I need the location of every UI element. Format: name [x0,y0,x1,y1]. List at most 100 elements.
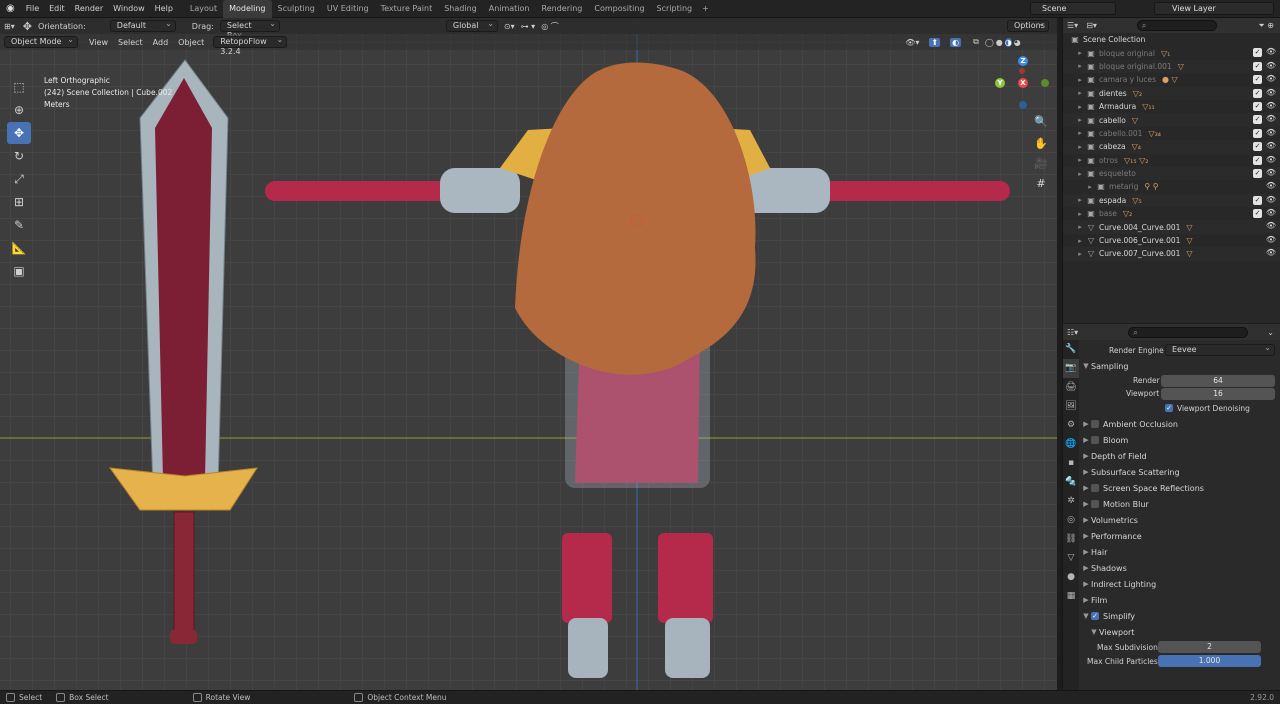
tool-tab-icon[interactable]: 🔧 [1063,340,1079,359]
expand-arrow-icon[interactable]: ▸ [1075,170,1085,178]
scene-selector[interactable]: Scene [1030,2,1116,15]
zoom-icon[interactable]: 🔍 [1032,113,1050,131]
eye-icon[interactable]: 👁 [1266,195,1276,204]
transform-orientation-dropdown[interactable]: Global [445,19,498,32]
scale-tool-icon[interactable]: ⤢ [7,168,31,190]
outliner-display-icon[interactable]: ⊟▾ [1086,21,1097,30]
transform-tool-icon[interactable]: ⊞ [7,191,31,213]
viewport-denoising-checkbox[interactable]: ✓ [1165,404,1173,412]
eye-icon[interactable]: 👁 [1266,248,1276,257]
menu-help[interactable]: Help [150,0,178,18]
expand-arrow-icon[interactable]: ▸ [1075,196,1085,204]
gizmo-toggle-icon[interactable]: ⬆ [929,37,941,47]
shading-wireframe-icon[interactable]: ◯ [985,38,994,47]
render-section[interactable]: ▶ Performance [1081,528,1280,544]
render-section[interactable]: ▶ Depth of Field [1081,448,1280,464]
properties-search-input[interactable]: ⌕ [1128,326,1249,338]
menu-view[interactable]: View [84,38,113,47]
gizmo-neg-z-axis[interactable] [1019,101,1027,109]
outliner-search-input[interactable]: ⌕ [1136,20,1217,31]
measure-tool-icon[interactable]: 📐 [7,237,31,259]
expand-arrow-icon[interactable]: ▸ [1075,250,1085,258]
object-tab-icon[interactable]: ▪ [1063,454,1079,473]
menu-window[interactable]: Window [108,0,150,18]
tab-layout[interactable]: Layout [184,0,223,18]
section-checkbox[interactable] [1091,436,1099,444]
eye-icon[interactable]: 👁 [1266,47,1276,56]
exclude-checkbox[interactable]: ✓ [1253,195,1262,205]
gizmo-neg-x-axis[interactable] [1019,68,1025,74]
pivot-point-icon[interactable]: ⊙▾ [504,22,515,31]
render-section[interactable]: ▶ Shadows [1081,560,1280,576]
outliner-row[interactable]: ▸ ▽ Curve.006_Curve.001 ▽ 👁 [1063,234,1280,247]
outliner-row[interactable]: ▸ ▣ esqueleto ✓ 👁 [1063,166,1280,181]
simplify-checkbox[interactable]: ✓ [1091,612,1099,620]
tab-rendering[interactable]: Rendering [536,0,589,18]
render-tab-icon[interactable]: 📷 [1063,359,1079,378]
expand-arrow-icon[interactable]: ▸ [1075,62,1085,70]
snap-icon[interactable]: ⊶ ▾ [521,22,536,31]
tab-compositing[interactable]: Compositing [588,0,650,18]
modifier-tab-icon[interactable]: 🔩 [1063,473,1079,492]
simplify-section[interactable]: ▼ ✓ Simplify [1081,608,1280,624]
tab-scripting[interactable]: Scripting [651,0,699,18]
gizmo-y-axis[interactable]: Y [995,78,1005,88]
outliner-row[interactable]: ▸ ▣ cabeza ▽₄ ✓ 👁 [1063,140,1280,154]
outliner-row[interactable]: ▸ ▣ dientes ▽₂ ✓ 👁 [1063,86,1280,100]
sampling-section[interactable]: ▼ Sampling [1081,358,1280,374]
annotate-tool-icon[interactable]: ✎ [7,214,31,236]
expand-arrow-icon[interactable]: ▸ [1075,156,1085,164]
viewport-samples-field[interactable]: 16 [1161,387,1275,400]
expand-arrow-icon[interactable]: ▸ [1075,49,1085,57]
filter-icon[interactable]: ⏷ ⊕ [1258,21,1274,31]
section-checkbox[interactable] [1091,420,1099,428]
tab-animation[interactable]: Animation [483,0,536,18]
output-tab-icon[interactable]: 🖨 [1063,378,1079,397]
eye-icon[interactable]: 👁 [1266,101,1276,110]
overlay-toggle-icon[interactable]: ◐ [950,37,962,47]
outliner-row[interactable]: ▸ ▣ base ▽₂ ✓ 👁 [1063,207,1280,220]
physics-tab-icon[interactable]: ◎ [1063,511,1079,530]
max-subdivision-field[interactable]: 2 [1158,641,1261,653]
data-tab-icon[interactable]: ▽ [1063,549,1079,568]
proportional-edit-icon[interactable]: ◎ ⌒ [541,21,559,32]
render-section[interactable]: ▶ Hair [1081,544,1280,560]
visibility-icon[interactable]: 👁▾ [905,38,919,47]
menu-add[interactable]: Add [148,38,174,47]
gizmo-x-axis[interactable]: X [1018,78,1028,88]
menu-object[interactable]: Object [173,38,209,47]
outliner-row[interactable]: ▸ ▣ Armadura ▽₁₁ ✓ 👁 [1063,100,1280,113]
exclude-checkbox[interactable]: ✓ [1253,115,1262,125]
camera-view-icon[interactable]: 🎥 [1032,155,1050,173]
exclude-checkbox[interactable]: ✓ [1253,75,1262,85]
expand-arrow-icon[interactable]: ▸ [1075,143,1085,151]
menu-file[interactable]: File [21,0,44,18]
properties-options-icon[interactable]: ⌄ [1267,328,1274,337]
select-tool-icon[interactable]: ⬚ [7,76,31,98]
exclude-checkbox[interactable]: ✓ [1253,209,1262,219]
properties-editor-icon[interactable]: ☷▾ [1067,328,1078,337]
drag-dropdown[interactable]: Select Box [219,19,280,40]
scene-tab-icon[interactable]: ⚙ [1063,416,1079,435]
navigation-gizmo[interactable]: Z Y X [995,56,1055,116]
xray-icon[interactable]: ⧉ [973,37,979,47]
outliner-row[interactable]: ▸ ▣ otros ▽₁₅ ▽₂ ✓ 👁 [1063,154,1280,167]
exclude-checkbox[interactable]: ✓ [1253,101,1262,111]
eye-icon[interactable]: 👁 [1266,128,1276,137]
outliner-row[interactable]: ▸ ▣ metarig ⚲ ⚲ 👁 [1063,180,1280,193]
add-workspace-icon[interactable]: + [698,0,713,18]
editor-type-icon[interactable]: ⊞▾ [4,22,15,31]
3d-viewport[interactable]: ⬚ ⊕ ✥ ↻ ⤢ ⊞ ✎ 📐 ▣ Left Orthographic (242… [0,18,1057,690]
mode-dropdown[interactable]: Object Mode [4,35,78,48]
outliner-row[interactable]: ▸ ▣ espada ▽₅ ✓ 👁 [1063,193,1280,208]
tab-shading[interactable]: Shading [438,0,483,18]
render-section[interactable]: ▶ Ambient Occlusion [1081,416,1280,432]
eye-icon[interactable]: 👁 [1266,74,1276,83]
render-section[interactable]: ▶ Motion Blur [1081,496,1280,512]
outliner-row[interactable]: ▸ ▽ Curve.007_Curve.001 ▽ 👁 [1063,247,1280,261]
expand-arrow-icon[interactable]: ▸ [1075,89,1085,97]
rotate-tool-icon[interactable]: ↻ [7,145,31,167]
texture-tab-icon[interactable]: ▦ [1063,587,1079,606]
particles-tab-icon[interactable]: ✲ [1063,492,1079,511]
viewport-denoising-row[interactable]: ✓ Viewport Denoising [1081,400,1280,416]
